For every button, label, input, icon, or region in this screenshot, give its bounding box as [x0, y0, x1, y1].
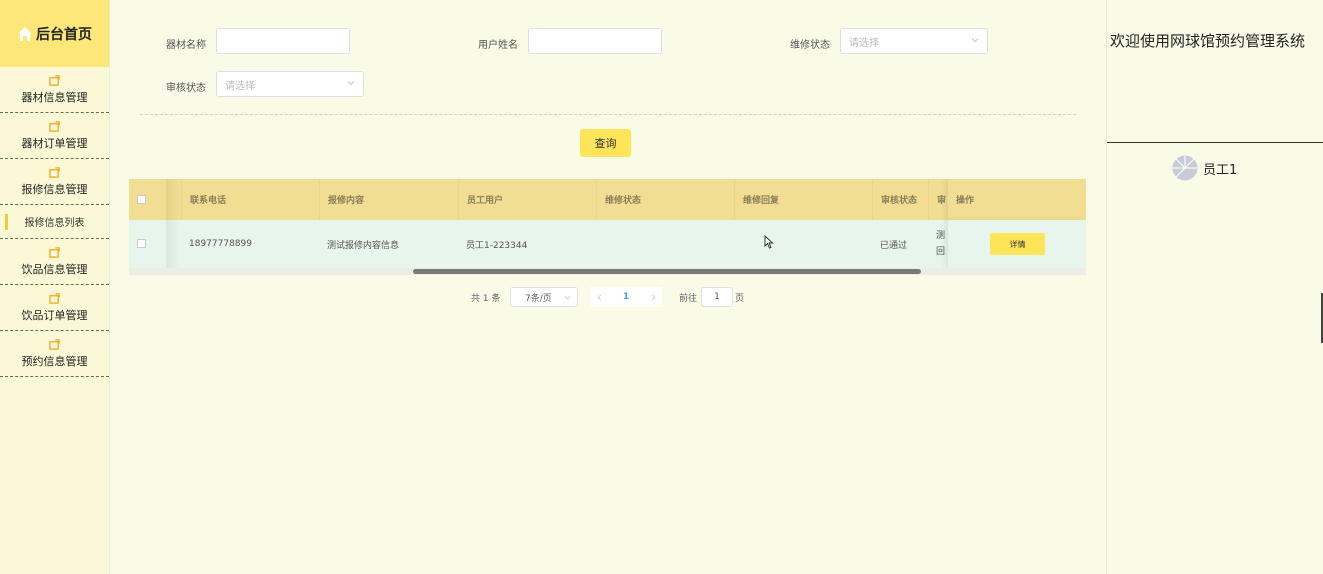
action-body-cell: 详情 [948, 220, 1086, 268]
repair-status-label: 维修状态 [790, 40, 830, 51]
fixed-action-column: 操作 详情 [948, 179, 1086, 268]
review-status-label: 审核状态 [166, 83, 206, 94]
equipment-name-label: 器材名称 [166, 40, 206, 51]
home-link[interactable]: 后台首页 [0, 0, 109, 67]
sidebar-item-reservation-info[interactable]: 预约信息管理 [0, 331, 109, 377]
column-header-employee: 员工用户 [458, 179, 597, 220]
prev-page-button[interactable] [590, 287, 608, 307]
folder-icon [49, 120, 60, 132]
sidebar-item-equipment-orders[interactable]: 器材订单管理 [0, 113, 109, 159]
chevron-right-icon [651, 294, 655, 300]
table-row: 18977778899 测试报修内容信息 员工1-223344 已通过 测 回 [129, 220, 1086, 268]
folder-icon [49, 246, 60, 258]
sidebar-item-label: 预约信息管理 [21, 354, 88, 368]
sidebar: 后台首页 器材信息管理 器材订单管理 报修信息管理 报修信息列表 饮品信息管理 … [0, 0, 110, 574]
table-header: 联系电话 报修内容 员工用户 维修状态 维修回复 审核状态 审 [129, 179, 1086, 220]
submenu-repair-list[interactable]: 报修信息列表 [0, 205, 109, 239]
cell-employee: 员工1-223344 [466, 240, 528, 251]
review-status-placeholder: 请选择 [225, 80, 255, 92]
select-all-cell [129, 179, 167, 220]
cell-content: 测试报修内容信息 [327, 240, 400, 251]
column-header-phone: 联系电话 [181, 179, 320, 220]
column-header-review-status: 审核状态 [872, 179, 928, 220]
folder-icon [49, 74, 60, 86]
chevron-down-icon [971, 38, 979, 43]
sidebar-item-label: 器材信息管理 [21, 90, 88, 104]
scrollbar-thumb[interactable] [413, 269, 921, 274]
action-header-cell: 操作 [948, 179, 1086, 220]
review-reply-line: 回 [936, 247, 946, 257]
home-title: 后台首页 [36, 26, 92, 43]
chevron-left-icon [597, 294, 601, 300]
review-reply-line: 测 [936, 231, 946, 241]
goto-page-input[interactable]: 1 [701, 287, 733, 307]
sidebar-item-label: 报修信息管理 [21, 182, 88, 196]
sidebar-item-drink-info[interactable]: 饮品信息管理 [0, 239, 109, 285]
sidebar-item-equipment-info[interactable]: 器材信息管理 [0, 67, 109, 113]
folder-icon [49, 166, 60, 178]
fixed-column-shadow [166, 179, 180, 268]
detail-button[interactable]: 详情 [990, 233, 1045, 255]
row-select-cell [129, 220, 167, 268]
pagination-nav: 1 [590, 287, 662, 307]
pagination-total: 共 1 条 [471, 293, 501, 304]
goto-page-value: 1 [714, 292, 720, 302]
sidebar-item-label: 饮品订单管理 [21, 308, 88, 322]
submenu-label: 报修信息列表 [24, 218, 85, 229]
right-panel: 欢迎使用网球馆预约管理系统 员工1 [1106, 0, 1323, 574]
repair-status-select[interactable]: 请选择 [840, 28, 988, 54]
sidebar-item-drink-orders[interactable]: 饮品订单管理 [0, 285, 109, 331]
column-header-action: 操作 [956, 196, 975, 206]
home-icon [18, 26, 32, 41]
goto-suffix: 页 [735, 293, 745, 304]
goto-prefix: 前往 [679, 293, 698, 304]
chevron-down-icon [347, 81, 355, 86]
repair-table: 联系电话 报修内容 员工用户 维修状态 维修回复 审核状态 审 18977778… [129, 179, 1086, 275]
sidebar-item-label: 饮品信息管理 [21, 262, 88, 276]
cell-phone: 18977778899 [189, 239, 252, 249]
user-name-label: 用户姓名 [478, 40, 518, 51]
column-header-repair-status: 维修状态 [596, 179, 735, 220]
next-page-button[interactable] [644, 287, 662, 307]
panel-divider [1107, 142, 1323, 143]
cell-repair-reply [734, 220, 873, 268]
page-number-button[interactable]: 1 [617, 287, 635, 307]
page-size-select[interactable]: 7条/页 [510, 287, 578, 307]
avatar [1172, 155, 1198, 181]
page-size-value: 7条/页 [525, 293, 552, 304]
form-divider [140, 114, 1076, 115]
query-button[interactable]: 查询 [580, 129, 631, 157]
chevron-down-icon [564, 295, 571, 300]
column-header-content: 报修内容 [319, 179, 458, 220]
sidebar-item-label: 器材订单管理 [21, 136, 88, 150]
cell-repair-status [596, 220, 735, 268]
cell-review-status: 已通过 [880, 240, 908, 251]
review-status-select[interactable]: 请选择 [216, 71, 364, 97]
user-name: 员工1 [1203, 162, 1238, 178]
sidebar-item-repair-info[interactable]: 报修信息管理 [0, 159, 109, 205]
folder-icon [49, 338, 60, 350]
welcome-title: 欢迎使用网球馆预约管理系统 [1110, 32, 1306, 50]
row-checkbox[interactable] [137, 239, 146, 248]
folder-icon [49, 292, 60, 304]
column-header-repair-reply: 维修回复 [734, 179, 873, 220]
repair-status-placeholder: 请选择 [849, 37, 879, 49]
user-info[interactable]: 员工1 [1172, 155, 1237, 181]
user-name-input[interactable] [528, 28, 662, 54]
equipment-name-input[interactable] [216, 28, 350, 54]
select-all-checkbox[interactable] [137, 194, 146, 204]
mouse-cursor-icon [764, 235, 774, 249]
